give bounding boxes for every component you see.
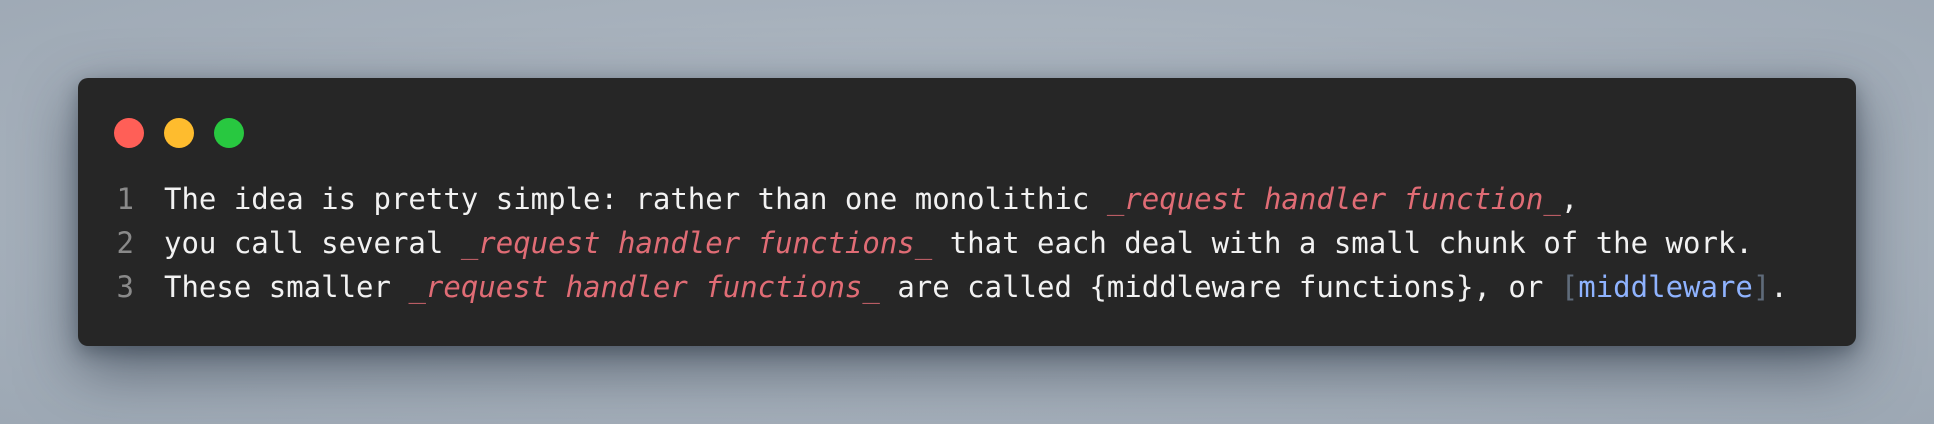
line-text: The idea is pretty simple: rather than o…	[164, 182, 1578, 216]
emphasis-marker-open: _	[1106, 182, 1125, 216]
code-line-3: 3 These smaller _request handler functio…	[78, 270, 1856, 314]
line-number: 1	[116, 182, 134, 216]
code-block: 1 The idea is pretty simple: rather than…	[78, 182, 1856, 314]
plain-text: ,	[1560, 182, 1579, 216]
close-button[interactable]	[114, 118, 144, 148]
emphasis-text: request handler functions	[478, 226, 915, 260]
plain-text: that each deal with a small chunk of the…	[932, 226, 1753, 260]
line-text: These smaller _request handler functions…	[164, 270, 1788, 304]
line-number: 3	[116, 270, 134, 304]
emphasis-marker-open: _	[408, 270, 426, 304]
link-text[interactable]: middleware	[1578, 270, 1753, 304]
emphasis-marker-close: _	[914, 226, 933, 260]
plain-text: are called {middleware functions}, or	[879, 270, 1561, 304]
code-line-1: 1 The idea is pretty simple: rather than…	[78, 182, 1856, 226]
plain-text: you call several	[164, 226, 461, 260]
minimize-button[interactable]	[164, 118, 194, 148]
plain-text: .	[1770, 270, 1788, 304]
emphasis-marker-open: _	[460, 226, 479, 260]
code-window: 1 The idea is pretty simple: rather than…	[78, 78, 1856, 346]
plain-text: The idea is pretty simple: rather than o…	[164, 182, 1107, 216]
emphasis-text: request handler functions	[425, 270, 863, 304]
plain-text: These smaller	[164, 270, 409, 304]
zoom-button[interactable]	[214, 118, 244, 148]
emphasis-text: request handler function	[1124, 182, 1544, 216]
link-bracket-close: ]	[1752, 270, 1771, 304]
link-bracket-open: [	[1560, 270, 1579, 304]
code-line-2: 2 you call several _request handler func…	[78, 226, 1856, 270]
window-controls	[114, 118, 244, 148]
emphasis-marker-close: _	[862, 270, 880, 304]
emphasis-marker-close: _	[1543, 182, 1561, 216]
line-text: you call several _request handler functi…	[164, 226, 1753, 260]
line-number: 2	[116, 226, 134, 260]
